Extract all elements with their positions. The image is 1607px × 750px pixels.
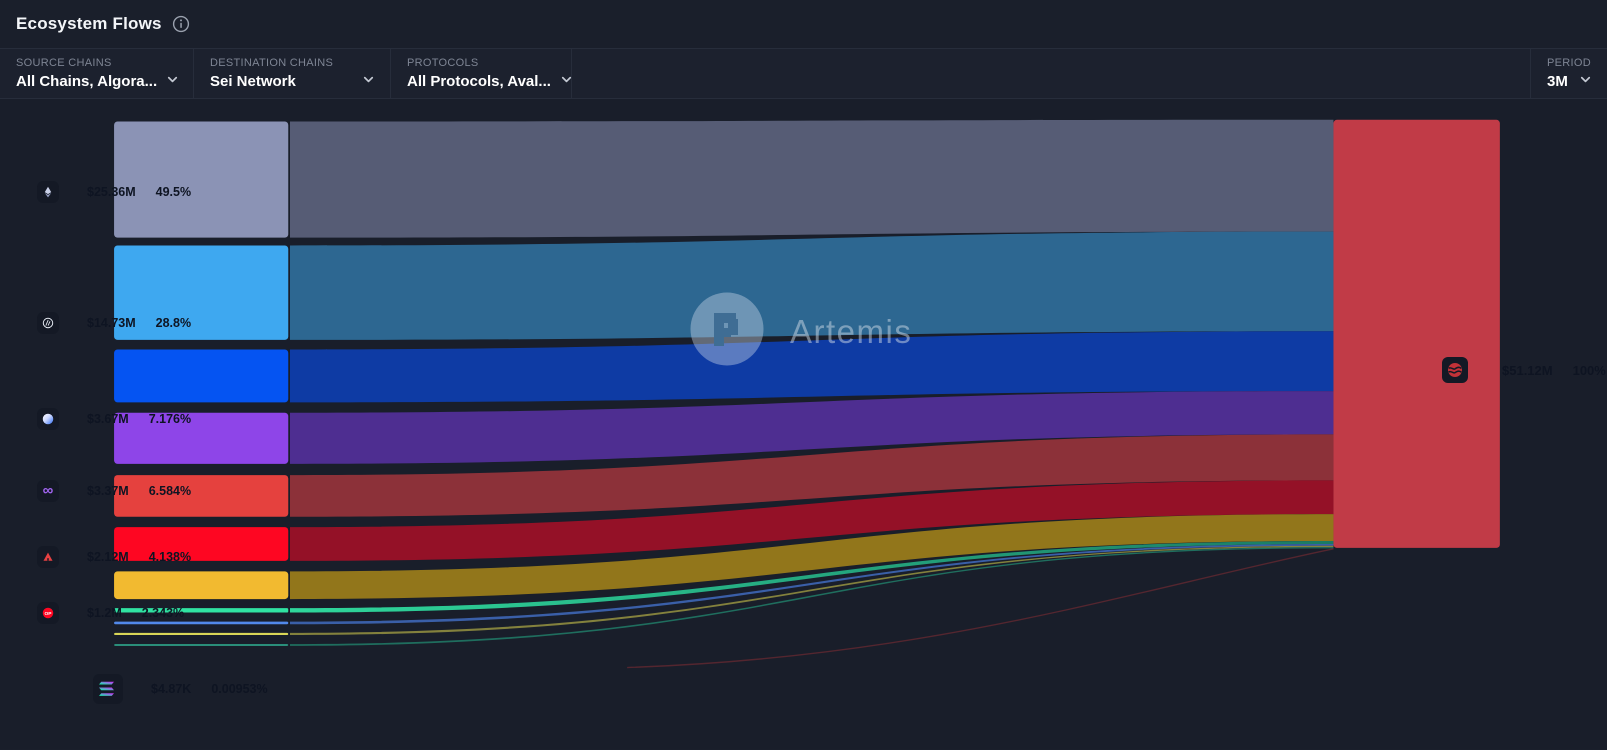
node-arbitrum[interactable]	[114, 245, 288, 339]
node-optimism[interactable]	[114, 527, 288, 561]
node-polygon[interactable]	[114, 413, 288, 464]
filter-value: All Chains, Algora...	[16, 73, 157, 90]
filter-bar: SOURCE CHAINS All Chains, Algora... DEST…	[0, 48, 1607, 99]
node-solana[interactable]	[114, 608, 288, 612]
chevron-down-icon	[361, 72, 376, 92]
page-title: Ecosystem Flows	[16, 14, 162, 34]
chevron-down-icon	[1578, 72, 1593, 92]
node-thin-blue[interactable]	[114, 622, 288, 625]
node-ethereum[interactable]	[114, 122, 288, 238]
info-icon[interactable]	[172, 15, 190, 33]
flow-chain-blue-sphere[interactable]	[290, 331, 1333, 402]
node-bnb[interactable]	[114, 571, 288, 599]
node-avalanche[interactable]	[114, 475, 288, 517]
filter-label: DESTINATION CHAINS	[210, 57, 376, 69]
page-header: Ecosystem Flows	[0, 0, 1607, 48]
node-thin-teal[interactable]	[114, 644, 288, 646]
filter-destination-chains[interactable]: DESTINATION CHAINS Sei Network	[194, 49, 391, 98]
sankey-canvas	[0, 99, 1607, 749]
filter-period[interactable]: PERIOD 3M	[1530, 49, 1607, 98]
filter-value: All Protocols, Aval...	[407, 73, 551, 90]
filter-value: Sei Network	[210, 73, 296, 90]
filter-bar-spacer	[572, 49, 1530, 98]
filter-protocols[interactable]: PROTOCOLS All Protocols, Aval...	[391, 49, 572, 98]
flow-arbitrum[interactable]	[290, 232, 1333, 340]
filter-label: SOURCE CHAINS	[16, 57, 179, 69]
filter-label: PROTOCOLS	[407, 57, 557, 69]
filter-value: 3M	[1547, 73, 1568, 90]
ecosystem-flows-panel: Ecosystem Flows SOURCE CHAINS All Chains…	[0, 0, 1607, 750]
filter-source-chains[interactable]: SOURCE CHAINS All Chains, Algora...	[0, 49, 194, 98]
node-chain-blue-sphere[interactable]	[114, 349, 288, 402]
sankey-chart: Artemis $25.36M49.5% $14.73M28.8% $3.67M…	[0, 99, 1607, 749]
flow-ethereum[interactable]	[290, 120, 1333, 238]
chevron-down-icon	[165, 72, 180, 92]
filter-label: PERIOD	[1547, 57, 1593, 69]
node-sei[interactable]	[1333, 120, 1499, 548]
node-thin-yellow[interactable]	[114, 633, 288, 635]
